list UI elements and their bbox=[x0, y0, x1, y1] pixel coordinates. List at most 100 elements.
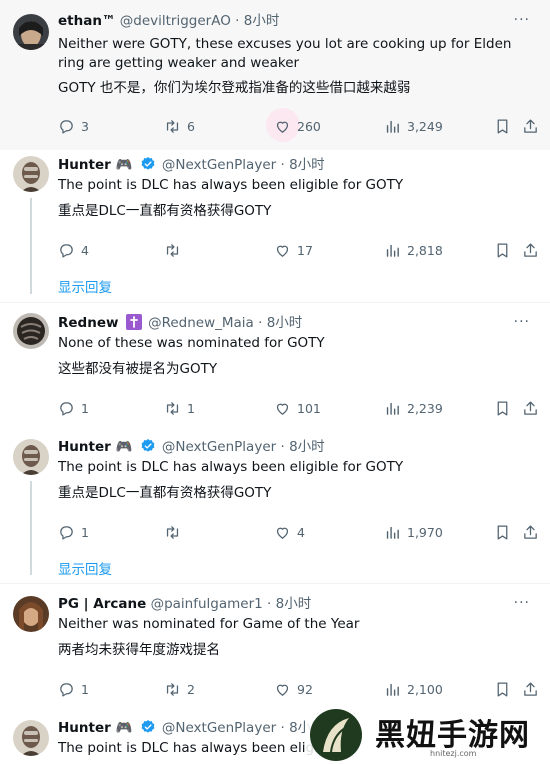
user-handle[interactable]: @NextGenPlayer bbox=[162, 439, 276, 455]
share-button[interactable] bbox=[522, 522, 545, 542]
avatar[interactable] bbox=[13, 439, 49, 475]
bookmark-icon bbox=[497, 242, 508, 258]
tweet-header: Hunter 🎮 @NextGenPlayer · 8小时 bbox=[58, 156, 325, 174]
retweet-count: 2 bbox=[187, 681, 195, 697]
like-button[interactable]: 260 bbox=[274, 116, 321, 136]
view-count: 2,239 bbox=[407, 400, 443, 416]
user-handle[interactable]: @NextGenPlayer bbox=[162, 157, 276, 173]
like-button[interactable]: 101 bbox=[274, 398, 321, 418]
avatar[interactable] bbox=[13, 156, 49, 192]
reply-count: 4 bbox=[81, 242, 89, 258]
user-handle[interactable]: @deviltriggerAO bbox=[120, 13, 231, 29]
retweet-icon bbox=[166, 525, 179, 539]
views-button[interactable]: 2,100 bbox=[384, 679, 443, 699]
avatar[interactable] bbox=[13, 720, 49, 756]
retweet-button[interactable] bbox=[164, 240, 187, 260]
tweet-hunter-2[interactable]: Hunter 🎮 @NextGenPlayer · 8小时 The point … bbox=[0, 433, 550, 583]
timestamp[interactable]: 8小时 bbox=[276, 596, 312, 612]
tweet-ethan[interactable]: ethan™ @deviltriggerAO · 8小时 ··· Neither… bbox=[0, 0, 550, 150]
more-options-icon[interactable]: ··· bbox=[514, 595, 530, 611]
timestamp[interactable]: 8小时 bbox=[289, 439, 325, 455]
share-button[interactable] bbox=[522, 116, 545, 136]
views-button[interactable]: 2,239 bbox=[384, 398, 443, 418]
share-icon bbox=[524, 400, 537, 415]
tweet-rednew[interactable]: Rednew @Rednew_Maia · 8小时 ··· None of th… bbox=[0, 303, 550, 433]
reply-button[interactable]: 1 bbox=[58, 679, 89, 699]
reply-button[interactable]: 4 bbox=[58, 240, 89, 260]
views-button[interactable]: 3,249 bbox=[384, 116, 443, 136]
user-handle[interactable]: @Rednew_Maia bbox=[148, 315, 254, 331]
thread-line bbox=[30, 198, 32, 294]
retweet-button[interactable]: 2 bbox=[164, 679, 195, 699]
like-button[interactable]: 4 bbox=[274, 522, 305, 542]
heart-icon bbox=[276, 403, 289, 415]
more-options-icon[interactable]: ··· bbox=[514, 12, 530, 28]
display-name[interactable]: Hunter 🎮 bbox=[58, 157, 132, 173]
like-count: 260 bbox=[297, 118, 321, 134]
views-button[interactable]: 2,818 bbox=[384, 240, 443, 260]
tweet-pg-arcane[interactable]: PG | Arcane @painfulgamer1 · 8小时 ··· Nei… bbox=[0, 584, 550, 714]
watermark-logo-icon bbox=[310, 709, 362, 761]
avatar[interactable] bbox=[13, 596, 49, 632]
tweet-text-translated: 重点是DLC一直都有资格获得GOTY bbox=[58, 203, 272, 219]
bookmark-button[interactable] bbox=[494, 679, 517, 699]
avatar[interactable] bbox=[13, 14, 49, 50]
heart-icon bbox=[276, 684, 289, 696]
retweet-button[interactable]: 1 bbox=[164, 398, 195, 418]
retweet-icon bbox=[166, 119, 179, 133]
user-handle[interactable]: @NextGenPlayer bbox=[162, 720, 276, 736]
views-icon bbox=[386, 120, 399, 133]
retweet-icon bbox=[166, 682, 179, 696]
like-button[interactable]: 92 bbox=[274, 679, 313, 699]
tweet-text-original: None of these was nominated for GOTY bbox=[58, 335, 325, 351]
tweet-header: Hunter 🎮 @NextGenPlayer · 8小时 bbox=[58, 438, 325, 456]
more-options-icon[interactable]: ··· bbox=[514, 314, 530, 330]
show-replies-link[interactable]: 显示回复 bbox=[58, 276, 112, 296]
bookmark-icon bbox=[497, 118, 508, 134]
share-button[interactable] bbox=[522, 679, 545, 699]
reply-icon bbox=[60, 243, 73, 258]
reply-button[interactable]: 1 bbox=[58, 522, 89, 542]
views-icon bbox=[386, 526, 399, 539]
tweet-hunter-1[interactable]: Hunter 🎮 @NextGenPlayer · 8小时 The point … bbox=[0, 150, 550, 302]
reply-button[interactable]: 3 bbox=[58, 116, 89, 136]
watermark-url: hnitezj.com bbox=[430, 749, 477, 758]
bookmark-icon bbox=[497, 400, 508, 416]
bookmark-button[interactable] bbox=[494, 116, 517, 136]
share-button[interactable] bbox=[522, 240, 545, 260]
tweet-header: Hunter 🎮 @NextGenPlayer · 8小时 bbox=[58, 719, 325, 737]
bookmark-button[interactable] bbox=[494, 398, 517, 418]
like-count: 4 bbox=[297, 524, 305, 540]
tweet-header: PG | Arcane @painfulgamer1 · 8小时 bbox=[58, 595, 311, 613]
reply-button[interactable]: 1 bbox=[58, 398, 89, 418]
timestamp[interactable]: 8小时 bbox=[267, 315, 303, 331]
tweet-actions: 1 2 92 2,100 bbox=[58, 679, 540, 699]
tweet-header: ethan™ @deviltriggerAO · 8小时 bbox=[58, 12, 279, 30]
display-name[interactable]: ethan™ bbox=[58, 13, 115, 29]
bookmark-button[interactable] bbox=[494, 522, 517, 542]
bookmark-icon bbox=[497, 524, 508, 540]
tweet-text-translated: 两者均未获得年度游戏提名 bbox=[58, 642, 220, 658]
retweet-button[interactable] bbox=[164, 522, 187, 542]
tweet-text-original: The point is DLC has always been eligibl… bbox=[58, 177, 404, 193]
display-name[interactable]: Hunter 🎮 bbox=[58, 720, 132, 736]
thread-line bbox=[30, 481, 32, 575]
timestamp[interactable]: 8小时 bbox=[289, 157, 325, 173]
display-name[interactable]: PG | Arcane bbox=[58, 596, 146, 612]
bookmark-button[interactable] bbox=[494, 240, 517, 260]
like-button[interactable]: 17 bbox=[274, 240, 313, 260]
timestamp[interactable]: 8小时 bbox=[244, 13, 280, 29]
share-button[interactable] bbox=[522, 398, 545, 418]
separator: · bbox=[267, 596, 272, 612]
show-replies-link[interactable]: 显示回复 bbox=[58, 558, 112, 578]
tweet-text-original: Neither were GOTY, these excuses you lot… bbox=[58, 36, 512, 71]
display-name[interactable]: Hunter 🎮 bbox=[58, 439, 132, 455]
display-name[interactable]: Rednew bbox=[58, 315, 118, 331]
views-icon bbox=[386, 244, 399, 257]
avatar[interactable] bbox=[13, 313, 49, 349]
reply-count: 3 bbox=[81, 118, 89, 134]
views-button[interactable]: 1,970 bbox=[384, 522, 443, 542]
user-handle[interactable]: @painfulgamer1 bbox=[151, 596, 263, 612]
share-icon bbox=[524, 681, 537, 696]
retweet-button[interactable]: 6 bbox=[164, 116, 195, 136]
